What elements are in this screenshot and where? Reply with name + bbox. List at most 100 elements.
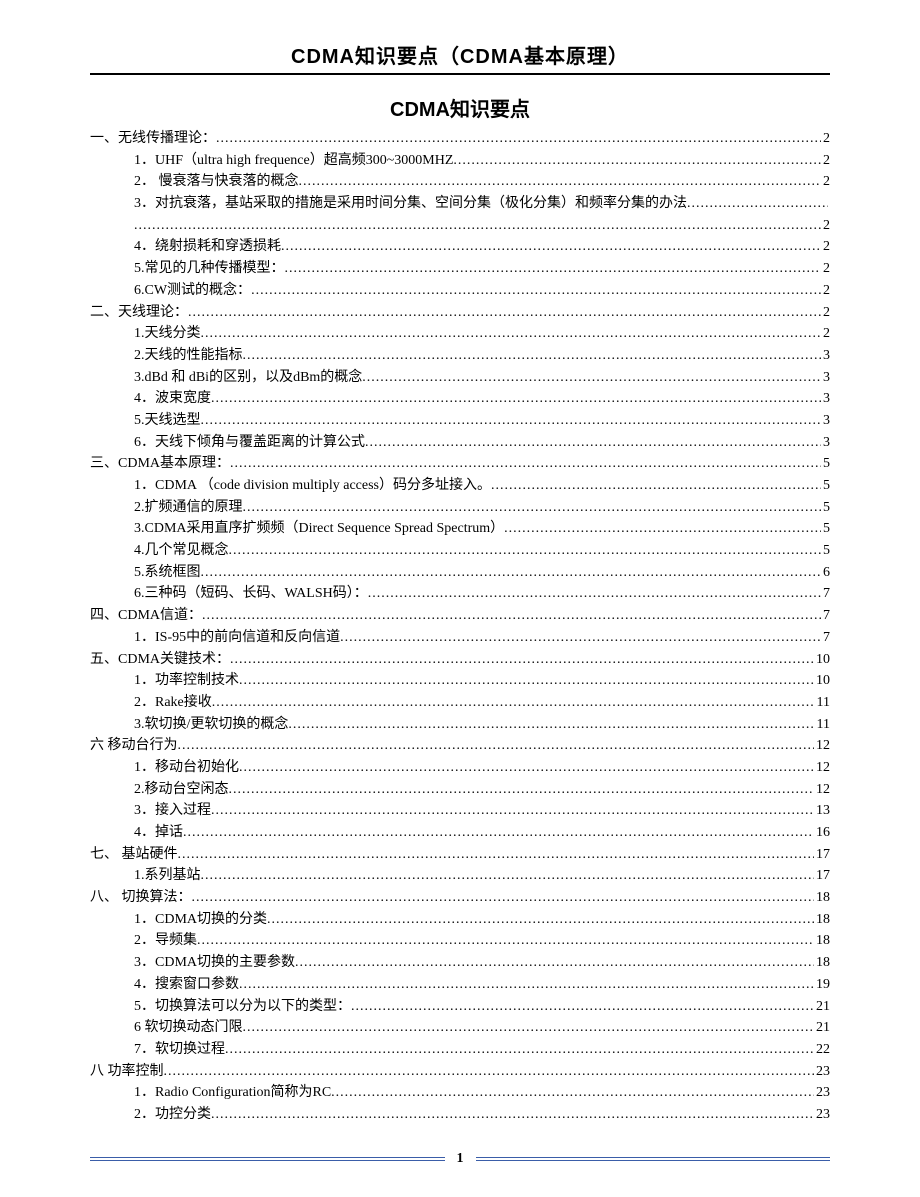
toc-entry[interactable]: 3.dBd 和 dBi的区别，以及dBm的概念3 [90, 367, 830, 389]
toc-entry[interactable]: 4.几个常见概念5 [90, 540, 830, 562]
toc-entry[interactable]: 1．功率控制技术10 [90, 670, 830, 692]
toc-label: 4．掉话 [134, 822, 183, 844]
toc-entry[interactable]: 六 移动台行为12 [90, 735, 830, 757]
toc-entry[interactable]: 5.天线选型3 [90, 410, 830, 432]
toc-leader-dots [201, 323, 822, 345]
toc-leader-dots [243, 345, 822, 367]
toc-label: 六 移动台行为 [90, 735, 178, 757]
toc-page-number: 3 [821, 367, 830, 389]
toc-label: 八 功率控制 [90, 1061, 164, 1083]
toc-entry[interactable]: 2． 慢衰落与快衰落的概念2 [90, 171, 830, 193]
toc-entry[interactable]: 5.系统框图6 [90, 562, 830, 584]
toc-label: 2.移动台空闲态 [134, 779, 229, 801]
toc-entry[interactable]: 4．掉话16 [90, 822, 830, 844]
toc-leader-dots [239, 757, 814, 779]
toc-page-number: 10 [814, 649, 830, 671]
toc-leader-dots [295, 952, 814, 974]
toc-entry[interactable]: 2．功控分类23 [90, 1104, 830, 1126]
toc-entry[interactable]: 1．IS-95中的前向信道和反向信道 7 [90, 627, 830, 649]
toc-entry[interactable]: 4．搜索窗口参数19 [90, 974, 830, 996]
toc-entry[interactable]: 五、CDMA关键技术：10 [90, 649, 830, 671]
toc-label: 2．Rake接收 [134, 692, 212, 714]
toc-page-number: 18 [814, 887, 830, 909]
toc-entry[interactable]: 4．绕射损耗和穿透损耗2 [90, 236, 830, 258]
document-title: CDMA知识要点 [90, 93, 830, 122]
toc-entry[interactable]: 一、无线传播理论：2 [90, 128, 830, 150]
toc-label: 4．绕射损耗和穿透损耗 [134, 236, 281, 258]
toc-entry[interactable]: 三、CDMA基本原理：5 [90, 453, 830, 475]
toc-entry[interactable]: 2.移动台空闲态 12 [90, 779, 830, 801]
toc-label: 2.扩频通信的原理 [134, 497, 243, 519]
toc-leader-dots [211, 1104, 814, 1126]
toc-page-number: 12 [814, 757, 830, 779]
toc-page-number: 2 [821, 258, 830, 280]
toc-page-number: 2 [821, 280, 830, 302]
toc-page-number: 22 [814, 1039, 830, 1061]
toc-page-number: 3 [821, 432, 830, 454]
toc-leader-dots [197, 930, 814, 952]
toc-label: 4．搜索窗口参数 [134, 974, 239, 996]
toc-leader-dots [201, 562, 822, 584]
toc-entry[interactable]: 1.天线分类2 [90, 323, 830, 345]
toc-page-number: 11 [815, 692, 830, 714]
toc-entry[interactable]: 七、 基站硬件17 [90, 844, 830, 866]
toc-entry[interactable]: 四、CDMA信道：7 [90, 605, 830, 627]
toc-page-number: 17 [814, 865, 830, 887]
toc-page-number: 3 [821, 388, 830, 410]
toc-label: 1．IS-95中的前向信道和反向信道 [134, 627, 340, 649]
toc-leader-dots [362, 367, 821, 389]
toc-leader-dots [230, 453, 821, 475]
toc-label: 5.系统框图 [134, 562, 201, 584]
toc-entry[interactable]: 7．软切换过程 22 [90, 1039, 830, 1061]
toc-entry[interactable]: 2．Rake接收 11 [90, 692, 830, 714]
toc-entry[interactable]: 1．CDMA （code division multiply access）码分… [90, 475, 830, 497]
toc-leader-dots [281, 236, 821, 258]
toc-label: 4．波束宽度 [134, 388, 211, 410]
page-number: 1 [457, 1151, 464, 1167]
toc-entry[interactable]: 3．接入过程13 [90, 800, 830, 822]
toc-entry[interactable]: 2.天线的性能指标3 [90, 345, 830, 367]
toc-leader-dots [351, 996, 814, 1018]
toc-entry[interactable]: 4．波束宽度 3 [90, 388, 830, 410]
toc-entry[interactable]: 3．对抗衰落，基站采取的措施是采用时间分集、空间分集（极化分集）和频率分集的办法 [90, 193, 830, 215]
toc-entry[interactable]: 2．导频集18 [90, 930, 830, 952]
toc-leader-dots [188, 302, 821, 324]
toc-entry[interactable]: 2 [90, 215, 830, 237]
toc-label: 6．天线下倾角与覆盖距离的计算公式 [134, 432, 365, 454]
toc-entry[interactable]: 二、天线理论：2 [90, 302, 830, 324]
toc-leader-dots [201, 865, 815, 887]
toc-entry[interactable]: 八 功率控制23 [90, 1061, 830, 1083]
toc-leader-dots [239, 974, 814, 996]
toc-entry[interactable]: 1．UHF（ultra high frequence）超高频300~3000MH… [90, 150, 830, 172]
toc-leader-dots [299, 171, 822, 193]
toc-entry[interactable]: 3.CDMA采用直序扩频频（Direct Sequence Spread Spe… [90, 518, 830, 540]
toc-entry[interactable]: 6 软切换动态门限21 [90, 1017, 830, 1039]
toc-page-number: 2 [821, 215, 830, 237]
toc-entry[interactable]: 5．切换算法可以分为以下的类型：21 [90, 996, 830, 1018]
toc-label: 7．软切换过程 [134, 1039, 225, 1061]
toc-entry[interactable]: 2.扩频通信的原理5 [90, 497, 830, 519]
toc-entry[interactable]: 3．CDMA切换的主要参数18 [90, 952, 830, 974]
toc-entry[interactable]: 八、 切换算法：18 [90, 887, 830, 909]
toc-page-number: 21 [814, 996, 830, 1018]
toc-entry[interactable]: 6．天线下倾角与覆盖距离的计算公式 3 [90, 432, 830, 454]
toc-leader-dots [453, 150, 821, 172]
toc-entry[interactable]: 1．CDMA切换的分类18 [90, 909, 830, 931]
toc-leader-dots [368, 583, 821, 605]
toc-entry[interactable]: 5.常见的几种传播模型：2 [90, 258, 830, 280]
toc-entry[interactable]: 3.软切换/更软切换的概念11 [90, 714, 830, 736]
toc-label: 2．功控分类 [134, 1104, 211, 1126]
toc-entry[interactable]: 1.系列基站17 [90, 865, 830, 887]
toc-label: 七、 基站硬件 [90, 844, 178, 866]
toc-entry[interactable]: 1．移动台初始化12 [90, 757, 830, 779]
toc-entry[interactable]: 1．Radio Configuration简称为RC23 [90, 1082, 830, 1104]
toc-page-number: 3 [821, 410, 830, 432]
toc-entry[interactable]: 6.三种码（短码、长码、WALSH码）：7 [90, 583, 830, 605]
toc-leader-dots [225, 1039, 814, 1061]
toc-page-number: 18 [814, 909, 830, 931]
toc-page-number: 7 [821, 627, 830, 649]
toc-page-number: 12 [814, 779, 830, 801]
toc-leader-dots [288, 714, 814, 736]
toc-entry[interactable]: 6.CW测试的概念：2 [90, 280, 830, 302]
toc-label: 二、天线理论： [90, 302, 188, 324]
